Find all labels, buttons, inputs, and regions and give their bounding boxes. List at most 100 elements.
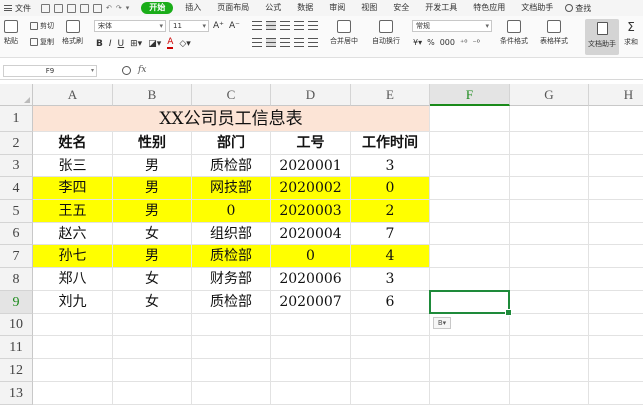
- cell[interactable]: [33, 359, 113, 382]
- column-header-a[interactable]: A: [33, 84, 113, 106]
- conditional-format-button[interactable]: 条件格式: [500, 20, 528, 46]
- cell[interactable]: [351, 359, 430, 382]
- data-cell[interactable]: 男: [113, 155, 192, 177]
- percent-button[interactable]: %: [427, 38, 435, 47]
- data-cell[interactable]: 李四: [33, 177, 113, 200]
- column-header-g[interactable]: G: [510, 84, 589, 106]
- cell[interactable]: [192, 382, 271, 405]
- cell[interactable]: [589, 200, 643, 223]
- decrease-font-icon[interactable]: A⁻: [229, 21, 240, 31]
- customize-chevron-icon[interactable]: ▾: [126, 4, 130, 12]
- active-cell-selection[interactable]: [429, 290, 512, 316]
- data-cell[interactable]: 3: [351, 268, 430, 291]
- number-format-select[interactable]: 常规: [412, 20, 492, 32]
- font-color-button[interactable]: A: [167, 38, 174, 49]
- cell[interactable]: [510, 155, 589, 177]
- cell[interactable]: [113, 314, 192, 336]
- cut-button[interactable]: 剪切: [30, 20, 54, 32]
- data-cell[interactable]: 2020001: [271, 155, 351, 177]
- cell[interactable]: [510, 314, 589, 336]
- cell[interactable]: [510, 132, 589, 155]
- bold-button[interactable]: B: [96, 39, 103, 49]
- cell[interactable]: [271, 314, 351, 336]
- save-icon[interactable]: [41, 3, 50, 13]
- data-cell[interactable]: 张三: [33, 155, 113, 177]
- cell[interactable]: [271, 382, 351, 405]
- row-header-4[interactable]: 4: [0, 177, 33, 200]
- cell[interactable]: [589, 336, 643, 359]
- data-cell[interactable]: 2020007: [271, 291, 351, 314]
- data-cell[interactable]: 女: [113, 291, 192, 314]
- print-preview-icon[interactable]: [80, 3, 89, 13]
- cell[interactable]: [271, 336, 351, 359]
- distributed-icon[interactable]: [308, 38, 318, 47]
- row-header-7[interactable]: 7: [0, 245, 33, 268]
- cell[interactable]: [589, 382, 643, 405]
- cell[interactable]: [510, 268, 589, 291]
- data-cell[interactable]: 郑八: [33, 268, 113, 291]
- cell[interactable]: [430, 106, 510, 132]
- doc-assistant-button[interactable]: 文档助手: [585, 19, 619, 55]
- copy-button[interactable]: 复制: [30, 36, 54, 48]
- data-cell[interactable]: 6: [351, 291, 430, 314]
- cell[interactable]: [589, 245, 643, 268]
- cell[interactable]: [589, 106, 643, 132]
- column-header-e[interactable]: E: [351, 84, 430, 106]
- cell[interactable]: [351, 314, 430, 336]
- tab-4[interactable]: 数据: [289, 0, 321, 16]
- cell[interactable]: [589, 223, 643, 245]
- font-name-select[interactable]: 宋体: [94, 20, 166, 32]
- open-icon[interactable]: [54, 3, 63, 13]
- data-cell[interactable]: 0: [271, 245, 351, 268]
- data-cell[interactable]: 4: [351, 245, 430, 268]
- cell[interactable]: [589, 268, 643, 291]
- row-header-10[interactable]: 10: [0, 314, 33, 336]
- cell[interactable]: [430, 268, 510, 291]
- row-header-3[interactable]: 3: [0, 155, 33, 177]
- cell[interactable]: [113, 336, 192, 359]
- cell[interactable]: [351, 382, 430, 405]
- cell[interactable]: [510, 245, 589, 268]
- align-middle-icon[interactable]: [266, 21, 276, 30]
- cell[interactable]: [33, 336, 113, 359]
- sheet-title-cell[interactable]: XX公司员工信息表: [33, 106, 430, 132]
- data-cell[interactable]: 男: [113, 245, 192, 268]
- row-header-5[interactable]: 5: [0, 200, 33, 223]
- data-cell[interactable]: 赵六: [33, 223, 113, 245]
- data-cell[interactable]: 2020002: [271, 177, 351, 200]
- select-all-corner[interactable]: [0, 84, 33, 106]
- row-header-11[interactable]: 11: [0, 336, 33, 359]
- header-cell[interactable]: 工号: [271, 132, 351, 155]
- format-painter-button[interactable]: 格式刷: [62, 20, 83, 46]
- cell[interactable]: [33, 382, 113, 405]
- column-header-b[interactable]: B: [113, 84, 192, 106]
- cell[interactable]: [510, 382, 589, 405]
- paste-options-icon[interactable]: B▾: [433, 317, 451, 329]
- column-header-d[interactable]: D: [271, 84, 351, 106]
- cell[interactable]: [430, 177, 510, 200]
- data-cell[interactable]: 2020004: [271, 223, 351, 245]
- cell[interactable]: [430, 359, 510, 382]
- clear-format-icon[interactable]: ◇▾: [179, 39, 190, 49]
- header-cell[interactable]: 工作时间: [351, 132, 430, 155]
- cell[interactable]: [430, 132, 510, 155]
- cell[interactable]: [430, 245, 510, 268]
- file-menu[interactable]: 文件: [0, 0, 35, 16]
- tab-5[interactable]: 审阅: [321, 0, 353, 16]
- align-top-icon[interactable]: [252, 21, 262, 30]
- data-cell[interactable]: 0: [192, 200, 271, 223]
- column-header-f[interactable]: F: [430, 84, 510, 106]
- align-left-icon[interactable]: [252, 38, 262, 47]
- export-icon[interactable]: [93, 3, 102, 13]
- tab-0[interactable]: 开始: [141, 2, 174, 14]
- header-cell[interactable]: 部门: [192, 132, 271, 155]
- tab-6[interactable]: 视图: [353, 0, 385, 16]
- cell[interactable]: [589, 314, 643, 336]
- cell[interactable]: [589, 177, 643, 200]
- cell[interactable]: [510, 359, 589, 382]
- data-cell[interactable]: 质检部: [192, 155, 271, 177]
- tab-10[interactable]: 文档助手: [513, 0, 561, 16]
- cell[interactable]: [510, 223, 589, 245]
- tab-9[interactable]: 特色应用: [465, 0, 513, 16]
- row-header-2[interactable]: 2: [0, 132, 33, 155]
